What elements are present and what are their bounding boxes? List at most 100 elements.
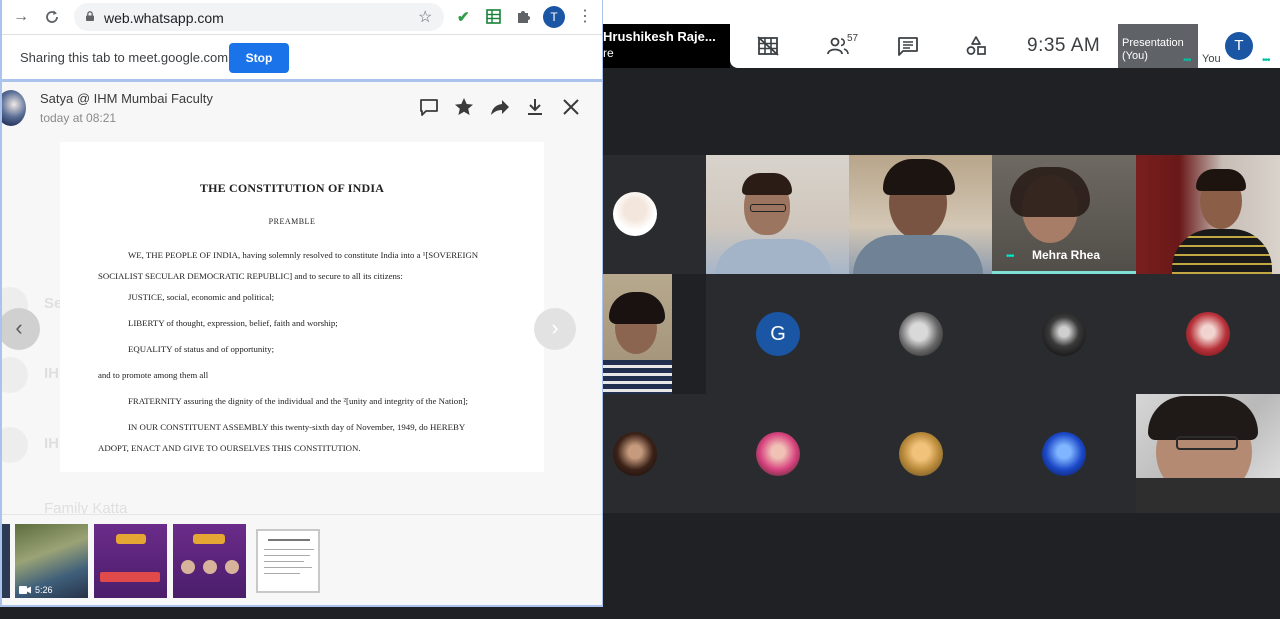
- thumbnail-graphic: [181, 560, 195, 574]
- checkmark-extension-icon[interactable]: ✔: [457, 8, 470, 26]
- stop-sharing-button[interactable]: Stop: [229, 43, 289, 73]
- participant-tile: [849, 394, 992, 513]
- document-preview: THE CONSTITUTION OF INDIA PREAMBLE WE, T…: [60, 142, 544, 472]
- lock-icon: [86, 11, 94, 21]
- document-subtitle: PREAMBLE: [268, 217, 316, 226]
- media-thumbnail[interactable]: [2, 524, 10, 598]
- participant-video-tile: [1136, 394, 1280, 513]
- participant-body: [1136, 478, 1280, 513]
- chat-avatar: [2, 427, 28, 463]
- sender-name: Satya @ IHM Mumbai Faculty: [40, 91, 213, 106]
- you-label: You: [1202, 53, 1221, 65]
- thumbnail-graphic: [268, 539, 310, 541]
- participant-hair: [742, 173, 792, 195]
- thumbnail-graphic: [264, 573, 300, 574]
- document-line: SOCIALIST SECULAR DEMOCRATIC REPUBLIC] a…: [98, 271, 403, 281]
- document-line: and to promote among them all: [98, 370, 209, 380]
- more-menu-icon[interactable]: ⋮: [577, 6, 593, 26]
- tab-sharing-bar: Sharing this tab to meet.google.com Stop: [2, 34, 602, 80]
- chrome-popup-window: → web.whatsapp.com ☆ ✔ T ⋮ Sharing this …: [0, 0, 603, 607]
- bookmark-star-icon[interactable]: ☆: [418, 7, 432, 27]
- thumbnail-graphic: [264, 561, 304, 562]
- meet-clock: 9:35 AM: [1027, 35, 1101, 56]
- participant-body: [1172, 229, 1272, 274]
- close-icon[interactable]: [560, 96, 582, 118]
- grid-off-icon[interactable]: [757, 36, 779, 56]
- you-avatar[interactable]: T: [1225, 32, 1253, 60]
- video-thumbnail[interactable]: 5:26: [15, 524, 88, 598]
- thumbnail-graphic: [264, 555, 310, 556]
- media-thumbnail-strip: 5:26: [2, 514, 602, 605]
- chat-avatar: [2, 357, 28, 393]
- participant-avatar: [613, 192, 657, 236]
- next-media-button[interactable]: ›: [534, 308, 576, 350]
- thumbnail-graphic: [100, 572, 160, 582]
- participant-avatar-g: G: [756, 312, 800, 356]
- meet-top-strip: [600, 0, 1280, 24]
- you-audio-dots-icon: •••: [1262, 55, 1270, 66]
- participant-video-tile: [1136, 155, 1280, 274]
- media-viewer-header: Satya @ IHM Mumbai Faculty today at 08:2…: [2, 82, 602, 138]
- video-camera-icon: [19, 586, 31, 594]
- presentation-audio-dots-icon: •••: [1183, 55, 1191, 66]
- forward-arrow-icon[interactable]: →: [13, 8, 29, 26]
- puzzle-extensions-icon[interactable]: [516, 9, 531, 24]
- document-thumbnail-selected[interactable]: [256, 529, 320, 593]
- participant-avatar: [899, 432, 943, 476]
- participant-body: [853, 235, 983, 274]
- participant-body: [603, 360, 672, 394]
- participant-hair: [1196, 169, 1246, 191]
- participant-name: Mehra Rhea: [1032, 248, 1101, 262]
- profile-avatar[interactable]: T: [543, 6, 565, 28]
- participant-avatar: [756, 432, 800, 476]
- participant-body: [714, 239, 832, 274]
- document-line: EQUALITY of status and of opportunity;: [128, 344, 275, 354]
- message-timestamp: today at 08:21: [40, 111, 117, 125]
- participant-tile: [603, 155, 706, 274]
- participant-tile: [603, 394, 706, 513]
- participant-hair: [883, 159, 955, 195]
- participant-count: 57: [847, 33, 859, 44]
- participant-tile: G: [706, 274, 849, 394]
- reload-icon[interactable]: [44, 9, 60, 25]
- participant-avatar: [1042, 312, 1086, 356]
- thumbnail-graphic: [116, 534, 146, 544]
- participant-hair: [1148, 396, 1258, 440]
- address-bar[interactable]: web.whatsapp.com ☆: [74, 3, 444, 31]
- participant-video-tile-mehra: ••• Mehra Rhea: [992, 155, 1136, 274]
- url-text: web.whatsapp.com: [104, 10, 224, 26]
- browser-toolbar: → web.whatsapp.com ☆ ✔ T ⋮: [2, 0, 602, 34]
- media-thumbnail[interactable]: [173, 524, 246, 598]
- chat-item: IH: [44, 365, 59, 382]
- reply-message-icon[interactable]: [418, 96, 440, 118]
- star-message-icon[interactable]: [453, 96, 475, 118]
- thumbnail-graphic: [225, 560, 239, 574]
- document-line: IN OUR CONSTITUENT ASSEMBLY this twenty-…: [128, 422, 466, 432]
- document-title: THE CONSTITUTION OF INDIA: [199, 181, 385, 195]
- sheets-extension-icon[interactable]: [486, 9, 501, 24]
- activities-icon[interactable]: [965, 36, 987, 56]
- participant-tile: [849, 274, 992, 394]
- document-line: WE, THE PEOPLE OF INDIA, having solemnly…: [128, 250, 479, 260]
- participant-hair: [1010, 167, 1090, 217]
- video-duration: 5:26: [35, 585, 53, 595]
- chat-icon[interactable]: [897, 36, 919, 56]
- people-icon[interactable]: [827, 36, 849, 56]
- presentation-label: Presentation (You): [1122, 37, 1184, 62]
- participant-tile: [992, 274, 1136, 394]
- forward-message-icon[interactable]: [489, 96, 511, 118]
- participant-avatar: [1186, 312, 1230, 356]
- participant-video-tile: [706, 155, 849, 274]
- sender-avatar[interactable]: [2, 90, 26, 126]
- download-icon[interactable]: [524, 96, 546, 118]
- media-thumbnail[interactable]: [94, 524, 167, 598]
- participant-tile: [706, 394, 849, 513]
- chat-item: IH: [44, 435, 59, 452]
- audio-dots-icon: •••: [1006, 251, 1014, 262]
- participant-hair: [609, 292, 665, 324]
- whatsapp-media-viewer: Se IH IH Family Katta Satya @ IHM Mumbai…: [2, 82, 602, 605]
- thumbnail-graphic: [264, 549, 314, 550]
- participant-video-tile: [849, 155, 992, 274]
- participant-avatar: [613, 432, 657, 476]
- participant-glasses: [1176, 436, 1238, 450]
